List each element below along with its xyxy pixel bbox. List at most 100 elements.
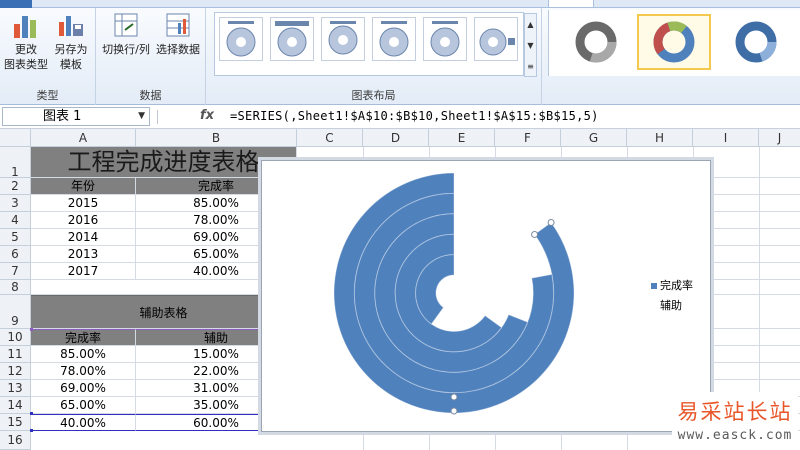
formula-input[interactable]: =SERIES(,Sheet1!$A$10:$B$10,Sheet1!$A$15… [230,109,599,123]
save-template-icon [59,16,83,36]
row-header-1[interactable]: 1 [0,147,31,179]
layout-thumb-4[interactable] [372,17,416,61]
ribbon-tab-strip [0,0,800,8]
style-thumb-1[interactable] [559,14,633,70]
series-selection-handle[interactable] [547,218,555,226]
column-header-i[interactable]: I [693,129,759,147]
style-thumb-3[interactable] [719,14,793,70]
aux-header-cell-rate[interactable]: 完成率 [31,329,136,346]
row-header-5[interactable]: 5 [0,229,31,246]
row-header-2[interactable]: 2 [0,178,31,195]
table-cell[interactable]: 65.00% [31,397,136,414]
series-selection-handle[interactable] [450,407,458,415]
file-tab[interactable] [0,0,32,8]
formula-bar: 图表 1 ▼ fx =SERIES(,Sheet1!$A$10:$B$10,Sh… [0,105,800,129]
aux-table-title-cell[interactable]: 辅助表格 [31,295,297,329]
select-data-label: 选择数据 [156,43,200,56]
row-header-7[interactable]: 7 [0,263,31,280]
row-header-11[interactable]: 11 [0,346,31,363]
type-group: 更改 图表类型 另存为 模板 类型 [0,8,96,105]
range-selection-handle[interactable] [30,328,33,331]
legend-item-rate[interactable]: 完成率 [651,279,693,299]
doughnut-layout-icon [328,21,358,55]
color-doughnut-style-icon [653,21,695,63]
table-cell[interactable]: 2014 [31,229,136,246]
layout-thumb-5[interactable] [423,17,467,61]
chart-layout-gallery: ▲ ▼ ≡ [214,12,537,77]
insert-function-icon[interactable]: fx [200,108,214,123]
layout-thumb-6[interactable] [474,17,518,61]
doughnut-layout-icon [479,28,515,56]
row-header-9[interactable]: 9 [0,295,31,329]
active-design-tab[interactable] [548,0,594,8]
chart-layout-group-label: 图表布局 [351,89,396,102]
column-header-f[interactable]: F [495,129,561,147]
chart-area[interactable]: 完成率 辅助 [261,160,711,432]
row-header-3[interactable]: 3 [0,195,31,212]
table-cell[interactable]: 2017 [31,263,136,280]
type-group-label: 类型 [36,89,59,102]
series-selection-handle[interactable] [531,230,539,238]
row-header-8[interactable]: 8 [0,280,31,295]
column-header-b[interactable]: B [136,129,297,147]
row-header-4[interactable]: 4 [0,212,31,229]
row-header-12[interactable]: 12 [0,363,31,380]
table-cell[interactable]: 2015 [31,195,136,212]
column-header-h[interactable]: H [627,129,693,147]
row-header-14[interactable]: 14 [0,397,31,414]
range-selection-handle[interactable] [30,412,33,415]
change-chart-type-label-1: 更改 [15,43,37,56]
select-all-corner[interactable] [0,129,31,147]
select-data-icon [166,13,190,37]
doughnut-chart-plot[interactable] [262,161,710,431]
layout-thumb-1[interactable] [219,17,263,61]
row-header-16[interactable]: 16 [0,431,31,450]
select-data-button[interactable]: 选择数据 [154,10,202,57]
column-header-j[interactable]: J [759,129,800,147]
column-header-e[interactable]: E [429,129,495,147]
chart-style-gallery [548,10,800,76]
legend-label-aux: 辅助 [660,299,682,312]
table-cell[interactable]: 69.00% [31,380,136,397]
gray-doughnut-style-icon [575,21,617,63]
row-header-10[interactable]: 10 [0,329,31,346]
column-header-d[interactable]: D [363,129,429,147]
switch-row-column-label: 切换行/列 [102,43,150,56]
name-box[interactable]: 图表 1 ▼ [2,107,150,126]
layout-thumb-2[interactable] [270,17,314,61]
table-cell[interactable]: 2016 [31,212,136,229]
column-header-a[interactable]: A [31,129,136,147]
table-cell[interactable]: 78.00% [31,363,136,380]
column-header-g[interactable]: G [561,129,627,147]
legend-item-aux[interactable]: 辅助 [651,299,693,319]
table-cell[interactable]: 2013 [31,246,136,263]
watermark: 易采站长站 www.easck.com [672,392,798,450]
doughnut-layout-icon [430,21,460,57]
layout-gallery-scroll[interactable]: ▲ ▼ ≡ [524,13,537,77]
blue-doughnut-style-icon [735,21,777,63]
formula-bar-divider [157,110,158,124]
table-cell[interactable]: 85.00% [31,346,136,363]
row-header-15[interactable]: 15 [0,414,31,431]
sheet-title-cell[interactable]: 工程完成进度表格 [31,147,297,178]
change-chart-type-button[interactable]: 更改 图表类型 [4,10,48,72]
chart-legend[interactable]: 完成率 辅助 [651,279,693,319]
switch-row-column-button[interactable]: 切换行/列 [100,10,152,57]
series-selection-handle[interactable] [450,393,458,401]
style-thumb-2-selected[interactable] [637,14,711,70]
ribbon: 更改 图表类型 另存为 模板 类型 切换行/列 选择数据 数据 ▲ ▼ ≡ 图表… [0,8,800,105]
change-chart-type-label-2: 图表类型 [4,58,48,71]
chevron-down-icon[interactable]: ▼ [138,108,145,125]
legend-swatch-aux [651,303,657,309]
watermark-text: 易采站长站 [677,400,793,424]
row-header-13[interactable]: 13 [0,380,31,397]
range-selection-handle[interactable] [30,429,33,432]
layout-thumb-3[interactable] [321,17,365,61]
table-cell[interactable]: 40.00% [31,414,136,431]
legend-swatch-rate [651,283,657,289]
row-header-6[interactable]: 6 [0,246,31,263]
header-cell-year[interactable]: 年份 [31,178,136,195]
legend-label-rate: 完成率 [660,279,693,292]
save-as-template-button[interactable]: 另存为 模板 [50,10,92,72]
column-header-c[interactable]: C [297,129,363,147]
